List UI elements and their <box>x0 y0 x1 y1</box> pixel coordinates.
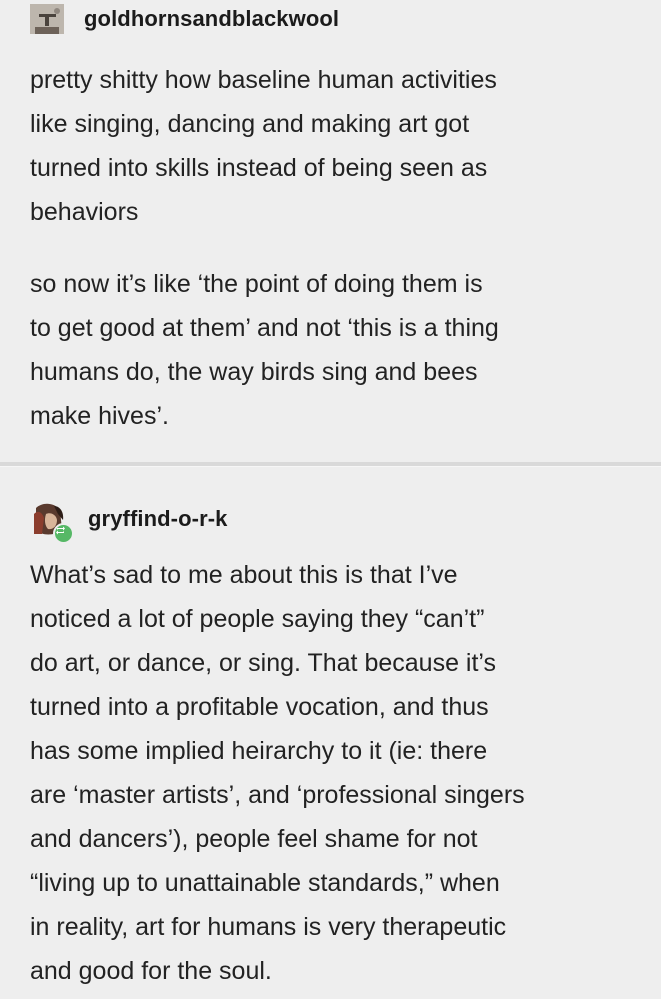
text-line: like singing, dancing and making art got <box>30 110 470 138</box>
post-paragraph: What’s sad to me about this is that I’ve… <box>30 553 641 993</box>
text-line: turned into a profitable vocation, and t… <box>30 693 489 721</box>
text-line: make hives’. <box>30 402 169 430</box>
post-username[interactable]: gryffind-o-r-k <box>88 506 228 532</box>
post-reblog: gryffind-o-r-k What’s sad to me about th… <box>0 466 661 999</box>
text-line: noticed a lot of people saying they “can… <box>30 605 485 633</box>
reblog-icon <box>53 523 74 544</box>
post-paragraph: pretty shitty how baseline human activit… <box>30 58 641 234</box>
text-line: What’s sad to me about this is that I’ve <box>30 561 458 589</box>
text-line: humans do, the way birds sing and bees <box>30 358 478 386</box>
screenshot-page: goldhornsandblackwool pretty shitty how … <box>0 0 661 999</box>
text-line: to get good at them’ and not ‘this is a … <box>30 314 499 342</box>
text-line: behaviors <box>30 198 139 226</box>
post-header: gryffind-o-r-k <box>30 500 228 544</box>
user-avatar-icon[interactable] <box>30 500 74 544</box>
text-line: turned into skills instead of being seen… <box>30 154 488 182</box>
post-paragraph: so now it’s like ‘the point of doing the… <box>30 262 641 438</box>
text-line: and dancers’), people feel shame for not <box>30 825 478 853</box>
text-line: has some implied heirarchy to it (ie: th… <box>30 737 488 765</box>
text-line: and good for the soul. <box>30 957 272 985</box>
post-header: goldhornsandblackwool <box>30 2 339 36</box>
text-line: pretty shitty how baseline human activit… <box>30 66 497 94</box>
post-original: goldhornsandblackwool pretty shitty how … <box>0 0 661 463</box>
text-line: so now it’s like ‘the point of doing the… <box>30 270 483 298</box>
text-line: do art, or dance, or sing. That because … <box>30 649 497 677</box>
post-username[interactable]: goldhornsandblackwool <box>84 6 339 32</box>
text-line: are ‘master artists’, and ‘professional … <box>30 781 525 809</box>
text-line: in reality, art for humans is very thera… <box>30 913 507 941</box>
user-avatar-icon[interactable] <box>30 4 64 34</box>
text-line: “living up to unattainable standards,” w… <box>30 869 500 897</box>
